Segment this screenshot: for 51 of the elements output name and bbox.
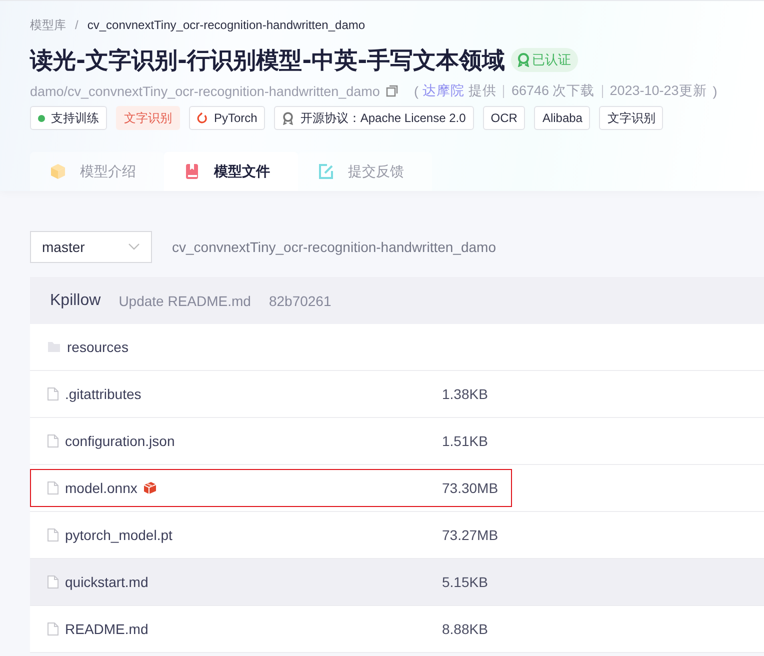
breadcrumb-separator: / xyxy=(75,18,78,32)
file-size: 1.38KB xyxy=(442,386,488,402)
file-icon xyxy=(47,575,59,589)
file-icon xyxy=(47,387,59,401)
copy-icon xyxy=(386,85,398,97)
model-title: 读光-文字识别-行识别模型-中英-手写文本领域 xyxy=(30,46,506,76)
award-icon xyxy=(517,53,530,67)
download-count: 66746 次下载 xyxy=(511,82,595,100)
commit-message: Update README.md xyxy=(118,292,251,308)
tag[interactable]: Alibaba xyxy=(534,106,590,130)
file-size: 1.51KB xyxy=(442,433,488,449)
verified-badge: 已认证 xyxy=(511,48,578,72)
cube-icon xyxy=(50,163,66,180)
close-paren: ) xyxy=(712,84,718,98)
framework-tag[interactable]: PyTorch xyxy=(189,106,266,130)
tag[interactable]: 文字识别 xyxy=(599,106,664,130)
status-dot-icon xyxy=(38,114,45,122)
file-icon xyxy=(47,622,59,636)
file-icon xyxy=(47,528,59,542)
repo-name: cv_convnextTiny_ocr-recognition-handwritten_damo xyxy=(172,239,496,255)
open-paren: ( xyxy=(414,84,418,98)
file-size: 73.30MB xyxy=(442,480,498,496)
file-name[interactable]: .gitattributes xyxy=(65,386,142,402)
folder-icon xyxy=(47,341,61,353)
file-size: 5.15KB xyxy=(442,574,488,590)
file-icon xyxy=(47,434,59,448)
branch-select[interactable]: master xyxy=(30,231,152,263)
update-date: 2023-10-23更新 xyxy=(610,82,707,100)
edit-icon xyxy=(318,163,334,180)
flame-icon xyxy=(197,112,208,124)
training-tag[interactable]: 支持训练 xyxy=(30,106,107,130)
award-icon xyxy=(282,112,294,124)
file-icon xyxy=(47,481,59,495)
book-icon xyxy=(184,163,200,180)
license-tag[interactable]: 开源协议：Apache License 2.0 xyxy=(274,106,474,130)
file-name[interactable]: resources xyxy=(67,339,128,355)
tag[interactable]: OCR xyxy=(482,106,526,130)
file-name[interactable]: README.md xyxy=(65,621,148,637)
file-name[interactable]: quickstart.md xyxy=(65,574,148,590)
package-icon xyxy=(143,481,158,495)
file-name[interactable]: pytorch_model.pt xyxy=(65,527,172,543)
chevron-down-icon xyxy=(128,243,140,251)
model-id: damo/cv_convnextTiny_ocr-recognition-handwritten_damo xyxy=(30,84,380,98)
commit-author[interactable]: Kpillow xyxy=(50,292,101,310)
tab[interactable]: 模型文件 xyxy=(164,152,298,191)
provider-suffix: 提供 xyxy=(468,82,496,100)
file-name[interactable]: model.onnx xyxy=(65,480,138,496)
file-size: 8.88KB xyxy=(442,621,488,637)
file-name[interactable]: configuration.json xyxy=(65,433,175,449)
file-size: 73.27MB xyxy=(442,527,498,543)
breadcrumb-current: cv_convnextTiny_ocr-recognition-handwritten_damo xyxy=(87,18,366,32)
